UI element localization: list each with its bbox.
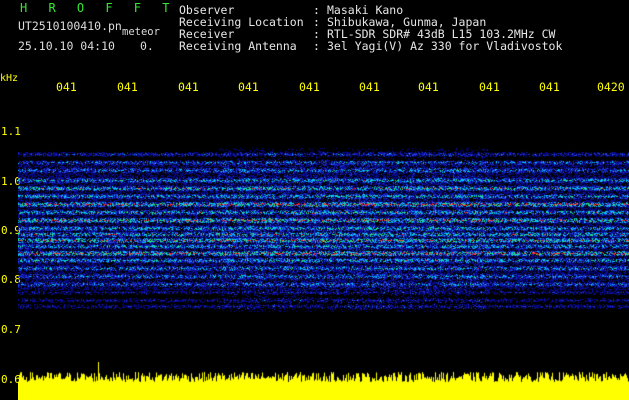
spectrogram-waterfall — [18, 100, 629, 400]
file-name: UT2510100410.pn — [18, 19, 122, 33]
offset-value: 0. — [140, 39, 154, 53]
x-tick-label: 041 — [299, 80, 320, 94]
info-antenna-label: Receiving Antenna — [179, 39, 297, 53]
x-tick-label: 041 — [539, 80, 560, 94]
info-antenna-value: 3el Yagi(V) Az 330 for Vladivostok — [327, 39, 563, 53]
app-brand: H R O F F T — [20, 1, 177, 15]
capture-datetime: 25.10.10 04:10 — [18, 39, 115, 53]
y-axis-unit: kHz — [0, 73, 19, 84]
x-tick-label: 041 — [178, 80, 199, 94]
x-tick-label: 041 — [117, 80, 138, 94]
x-tick-label: 0420 — [597, 80, 625, 94]
x-tick-label: 041 — [359, 80, 380, 94]
x-tick-label: 041 — [238, 80, 259, 94]
info-colon: : — [313, 39, 320, 53]
x-tick-label: 041 — [418, 80, 439, 94]
x-tick-label: 041 — [479, 80, 500, 94]
x-tick-label: 041 — [56, 80, 77, 94]
mode-label: meteor — [122, 26, 160, 38]
